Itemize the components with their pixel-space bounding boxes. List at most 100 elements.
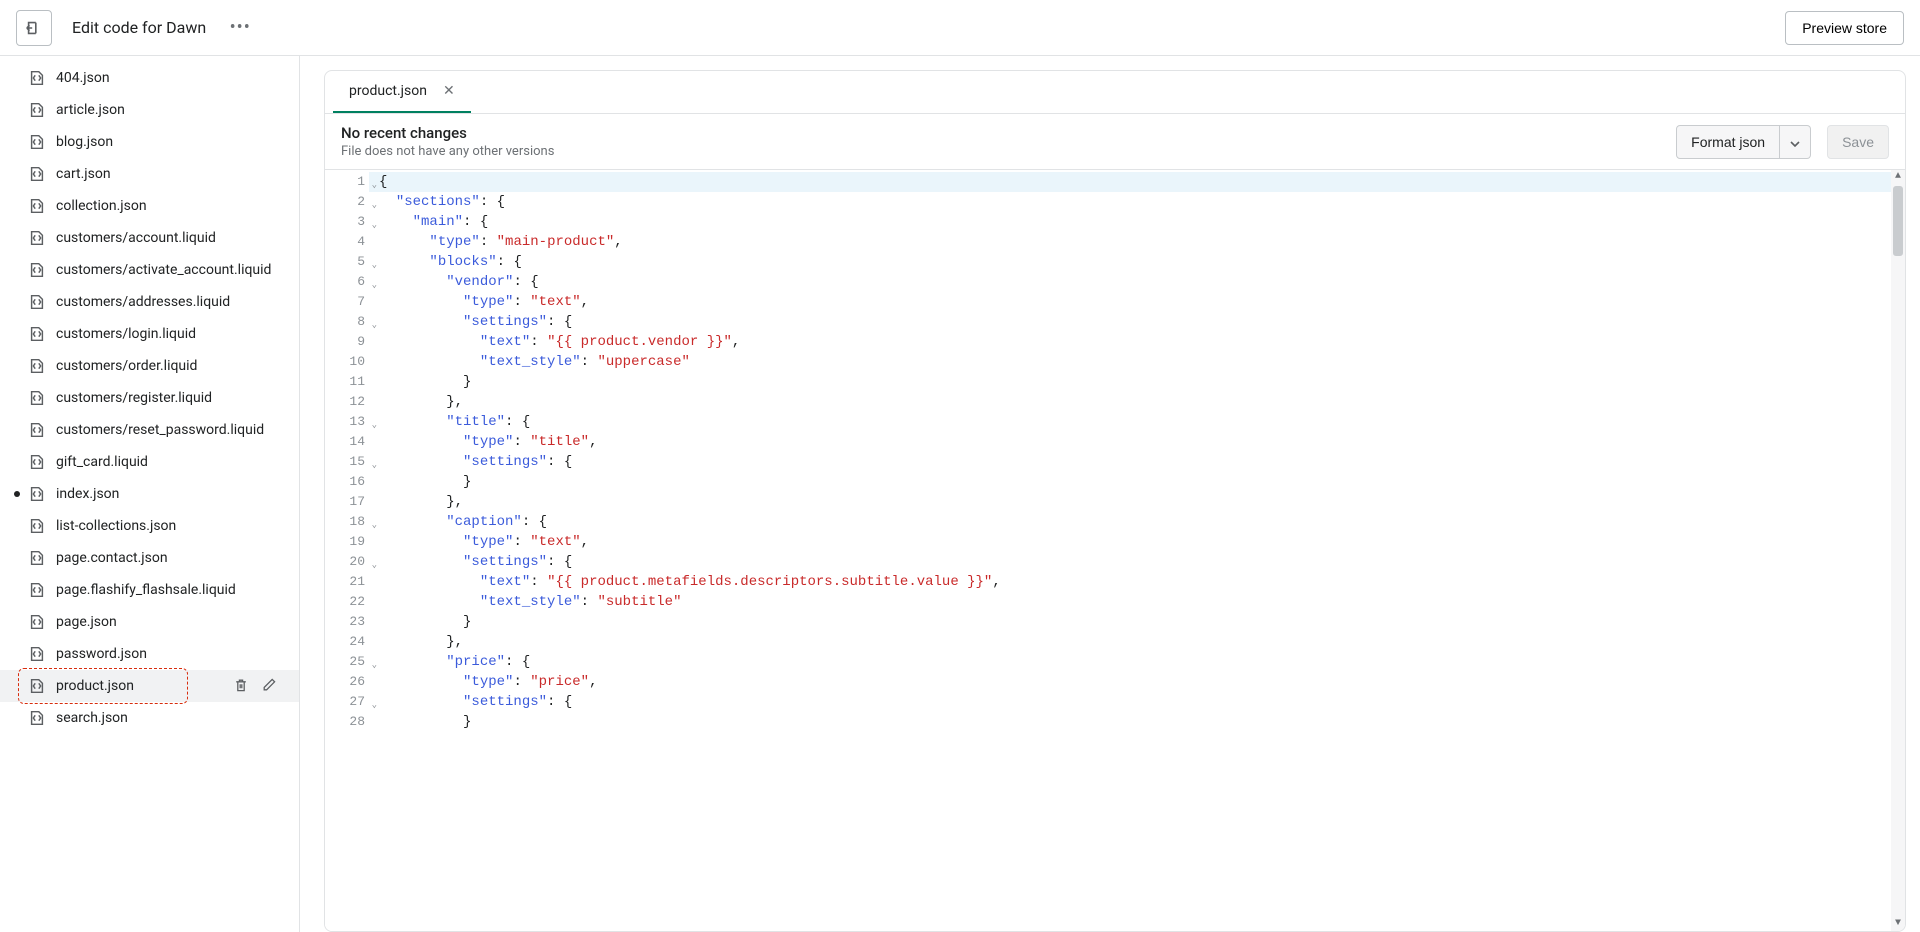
code-line[interactable]: "settings": {	[369, 692, 1905, 712]
fold-icon[interactable]: ⌄	[372, 515, 377, 535]
code-line[interactable]: },	[369, 392, 1905, 412]
fold-icon[interactable]: ⌄	[372, 555, 377, 575]
editor-scrollbar[interactable]: ▲ ▼	[1891, 170, 1905, 931]
fold-icon[interactable]: ⌄	[372, 415, 377, 435]
fold-icon[interactable]: ⌄	[372, 215, 377, 235]
code-line[interactable]: "text": "{{ product.metafields.descripto…	[369, 572, 1905, 592]
file-item-cart-json[interactable]: cart.json	[0, 158, 299, 190]
code-editor[interactable]: 1⌄2⌄3⌄45⌄6⌄78⌄910111213⌄1415⌄161718⌄1920…	[325, 170, 1905, 931]
code-line[interactable]: },	[369, 492, 1905, 512]
file-item-article-json[interactable]: article.json	[0, 94, 299, 126]
scroll-down-icon[interactable]: ▼	[1891, 917, 1905, 931]
file-list[interactable]: 404.json article.json blog.json cart.jsonco…	[0, 56, 299, 932]
file-label: customers/reset_password.liquid	[56, 422, 264, 438]
code-line[interactable]: "type": "text",	[369, 292, 1905, 312]
file-item-gift-card-liquid[interactable]: gift_card.liquid	[0, 446, 299, 478]
scroll-up-icon[interactable]: ▲	[1891, 170, 1905, 184]
file-item-collection-json[interactable]: collection.json	[0, 190, 299, 222]
code-line[interactable]: },	[369, 632, 1905, 652]
fold-icon[interactable]: ⌄	[372, 695, 377, 715]
code-line[interactable]: "vendor": {	[369, 272, 1905, 292]
file-label: password.json	[56, 646, 147, 662]
file-item-customers-addresses-liquid[interactable]: customers/addresses.liquid	[0, 286, 299, 318]
file-icon	[28, 645, 46, 663]
file-label: article.json	[56, 102, 125, 118]
preview-store-button[interactable]: Preview store	[1785, 11, 1904, 45]
file-icon	[28, 69, 46, 87]
format-dropdown-button[interactable]	[1780, 125, 1811, 159]
line-number: 22	[325, 592, 369, 612]
file-item-page-json[interactable]: page.json	[0, 606, 299, 638]
back-button[interactable]	[16, 10, 52, 46]
code-line[interactable]: "blocks": {	[369, 252, 1905, 272]
code-line[interactable]: "caption": {	[369, 512, 1905, 532]
code-line[interactable]: "title": {	[369, 412, 1905, 432]
tab-close-icon[interactable]: ✕	[443, 83, 455, 99]
code-line[interactable]: }	[369, 372, 1905, 392]
save-button[interactable]: Save	[1827, 125, 1889, 159]
code-line[interactable]: "type": "title",	[369, 432, 1905, 452]
file-icon	[28, 101, 46, 119]
more-button[interactable]: •••	[226, 14, 254, 42]
format-json-button[interactable]: Format json	[1676, 125, 1780, 159]
code-line[interactable]: "type": "main-product",	[369, 232, 1905, 252]
line-number: 14	[325, 432, 369, 452]
fold-icon[interactable]: ⌄	[372, 655, 377, 675]
chevron-down-icon	[1790, 141, 1800, 147]
page-title: Edit code for Dawn	[72, 18, 206, 37]
code-line[interactable]: "price": {	[369, 652, 1905, 672]
line-number: 19	[325, 532, 369, 552]
file-item-list-collections-json[interactable]: list-collections.json	[0, 510, 299, 542]
file-item-page-flashify-flashsale-liquid[interactable]: page.flashify_flashsale.liquid	[0, 574, 299, 606]
file-icon	[28, 709, 46, 727]
code-line[interactable]: "text": "{{ product.vendor }}",	[369, 332, 1905, 352]
code-line[interactable]: "text_style": "uppercase"	[369, 352, 1905, 372]
file-item-search-json[interactable]: search.json	[0, 702, 299, 734]
file-item-password-json[interactable]: password.json	[0, 638, 299, 670]
line-number: 2⌄	[325, 192, 369, 212]
rename-file-button[interactable]	[261, 677, 279, 695]
code-line[interactable]: }	[369, 472, 1905, 492]
file-label: page.json	[56, 614, 117, 630]
fold-icon[interactable]: ⌄	[372, 195, 377, 215]
fold-icon[interactable]: ⌄	[372, 175, 377, 195]
code-line[interactable]: "type": "price",	[369, 672, 1905, 692]
tab-product-json[interactable]: product.json ✕	[333, 71, 471, 113]
line-number: 16	[325, 472, 369, 492]
fold-icon[interactable]: ⌄	[372, 315, 377, 335]
code-line[interactable]: "settings": {	[369, 452, 1905, 472]
file-icon	[28, 389, 46, 407]
file-item-product-json[interactable]: product.json	[0, 670, 299, 702]
code-line[interactable]: "text_style": "subtitle"	[369, 592, 1905, 612]
file-item-customers-login-liquid[interactable]: customers/login.liquid	[0, 318, 299, 350]
fold-icon[interactable]: ⌄	[372, 275, 377, 295]
line-number: 21	[325, 572, 369, 592]
file-item-customers-activate-account-liquid[interactable]: customers/activate_account.liquid	[0, 254, 299, 286]
delete-file-button[interactable]	[233, 677, 251, 695]
file-item-customers-account-liquid[interactable]: customers/account.liquid	[0, 222, 299, 254]
code-line[interactable]: "settings": {	[369, 552, 1905, 572]
modified-dot	[14, 491, 20, 497]
file-label: page.contact.json	[56, 550, 168, 566]
file-item-index-json[interactable]: index.json	[0, 478, 299, 510]
code-line[interactable]: {	[369, 172, 1905, 192]
file-item-page-contact-json[interactable]: page.contact.json	[0, 542, 299, 574]
file-item-customers-register-liquid[interactable]: customers/register.liquid	[0, 382, 299, 414]
code-line[interactable]: "main": {	[369, 212, 1905, 232]
file-item-customers-order-liquid[interactable]: customers/order.liquid	[0, 350, 299, 382]
code-line[interactable]: }	[369, 612, 1905, 632]
format-button-group: Format json	[1676, 125, 1811, 159]
code-line[interactable]: "sections": {	[369, 192, 1905, 212]
code-area[interactable]: { "sections": { "main": { "type": "main-…	[369, 170, 1905, 931]
file-item-customers-reset-password-liquid[interactable]: customers/reset_password.liquid	[0, 414, 299, 446]
code-line[interactable]: }	[369, 712, 1905, 732]
fold-icon[interactable]: ⌄	[372, 255, 377, 275]
file-item-404-json[interactable]: 404.json	[0, 62, 299, 94]
line-gutter: 1⌄2⌄3⌄45⌄6⌄78⌄910111213⌄1415⌄161718⌄1920…	[325, 170, 369, 931]
code-line[interactable]: "type": "text",	[369, 532, 1905, 552]
file-item-blog-json[interactable]: blog.json	[0, 126, 299, 158]
fold-icon[interactable]: ⌄	[372, 455, 377, 475]
code-line[interactable]: "settings": {	[369, 312, 1905, 332]
scroll-thumb[interactable]	[1893, 186, 1903, 256]
file-label: blog.json	[56, 134, 113, 150]
